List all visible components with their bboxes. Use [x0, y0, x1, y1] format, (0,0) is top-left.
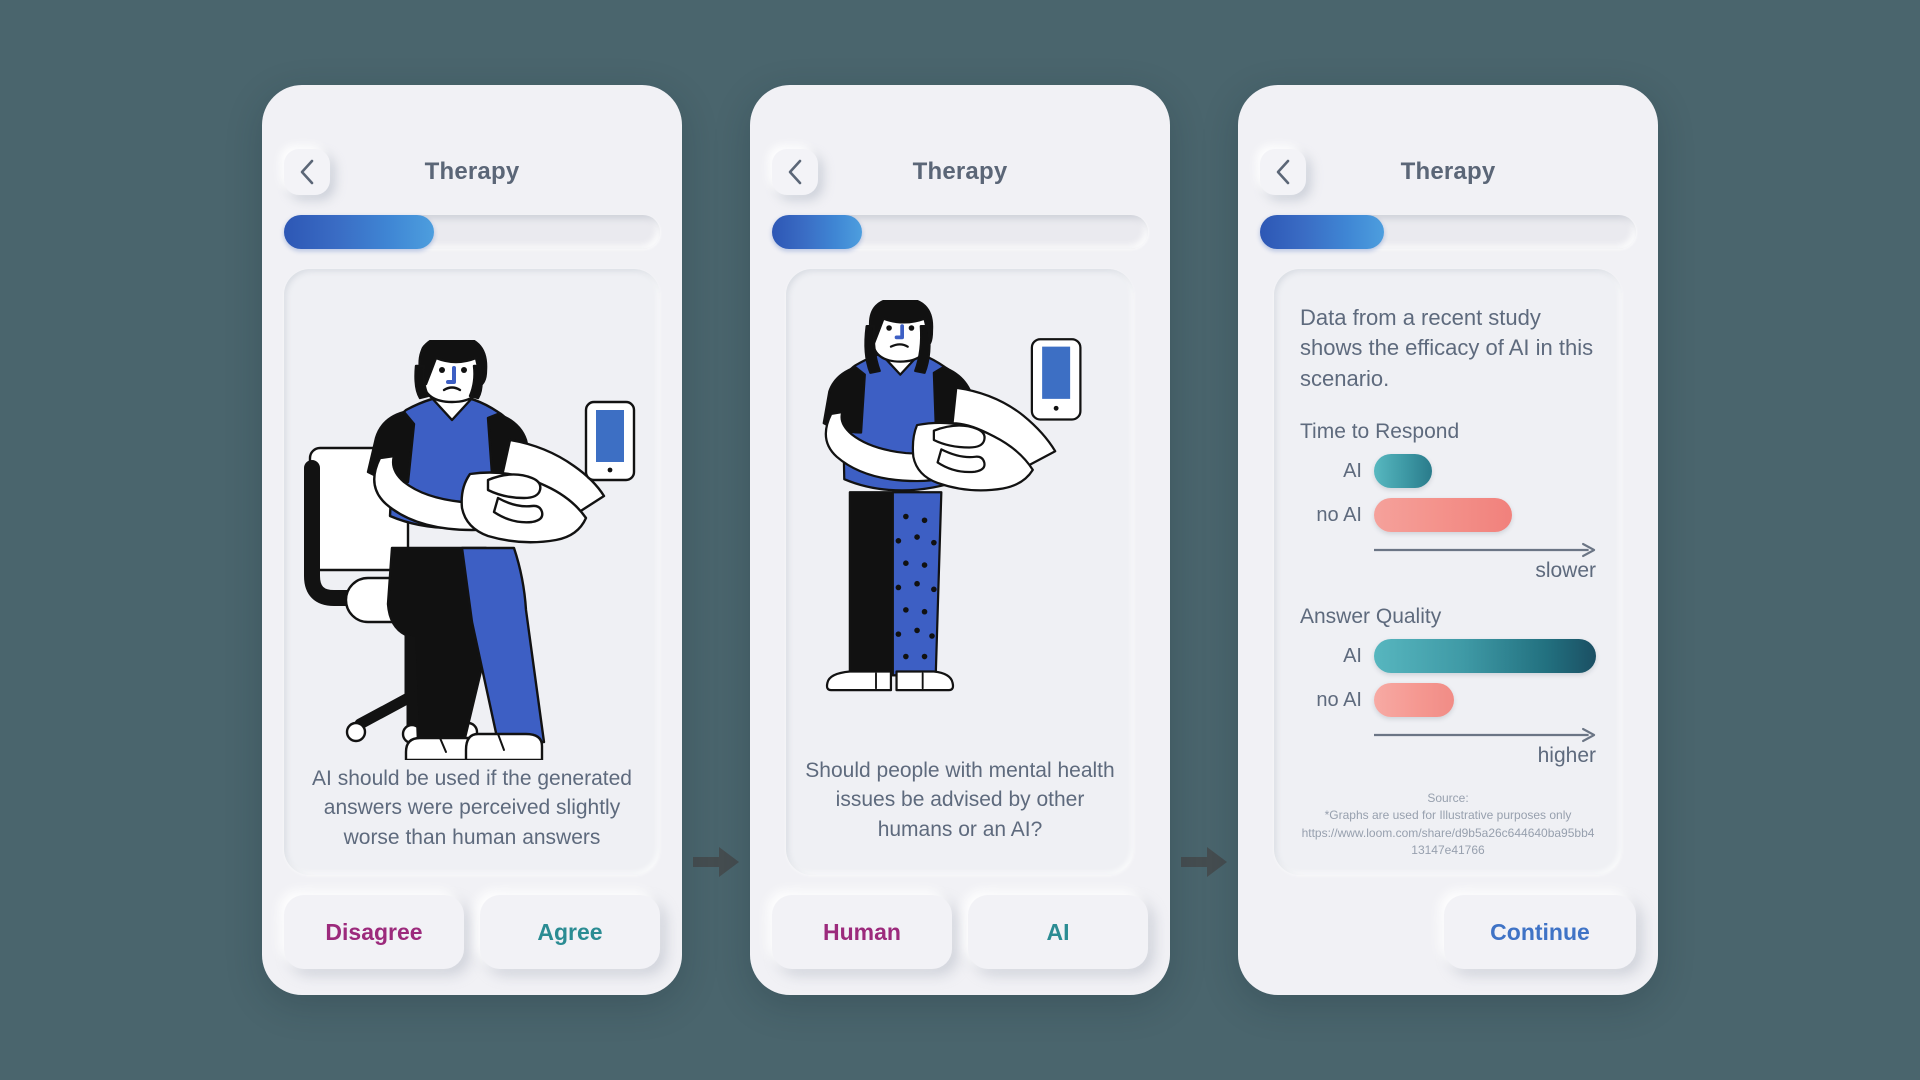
progress-bar[interactable]	[1260, 215, 1636, 249]
screen-actions: Continue	[1260, 875, 1636, 995]
phone-screen-statement: Therapy AI should be used if the generat…	[262, 85, 682, 995]
axis-arrow-icon	[1374, 542, 1596, 558]
phone-header: Therapy	[1260, 141, 1636, 203]
progress-bar[interactable]	[284, 215, 660, 249]
phone-header: Therapy	[772, 141, 1148, 203]
illustration-area	[284, 269, 660, 764]
chevron-left-icon	[1274, 158, 1292, 186]
data-card: Data from a recent study shows the effic…	[1274, 269, 1622, 875]
human-button[interactable]: Human	[772, 895, 952, 969]
back-button[interactable]	[284, 149, 330, 195]
illustration-card: AI should be used if the generated answe…	[284, 269, 660, 875]
bar-track	[1374, 639, 1596, 674]
source-footnote: Source: *Graphs are used for Illustrativ…	[1300, 790, 1596, 874]
continue-button[interactable]: Continue	[1444, 895, 1636, 969]
bar-label: no AI	[1316, 503, 1362, 526]
axis-arrow-icon	[1374, 727, 1596, 743]
bar-row: AI	[1300, 454, 1596, 489]
axis-caption: slower	[1535, 559, 1596, 583]
axis: slower	[1300, 542, 1596, 583]
bar-label: AI	[1343, 644, 1362, 667]
metric-time-to-respond: Time to Respond AI no AI slower	[1300, 420, 1596, 583]
prompt-statement: AI should be used if the generated answe…	[312, 766, 632, 850]
back-button[interactable]	[1260, 149, 1306, 195]
bar-track	[1374, 498, 1596, 533]
chevron-left-icon	[298, 158, 316, 186]
bar-value	[1374, 639, 1596, 674]
bar-value	[1374, 498, 1512, 533]
illustration-area	[786, 269, 1134, 756]
bar-row: AI	[1300, 639, 1596, 674]
screen-actions: Human AI	[772, 875, 1148, 995]
flow-arrow-1	[682, 85, 750, 995]
arrow-right-icon	[1181, 847, 1227, 877]
person-standing-holding-phone-illustration	[822, 300, 1082, 692]
page-title: Therapy	[912, 158, 1008, 185]
ai-button[interactable]: AI	[968, 895, 1148, 969]
progress-fill	[772, 215, 863, 249]
axis-caption: higher	[1537, 744, 1596, 768]
bar-value	[1374, 454, 1432, 489]
source-heading: Source:	[1427, 791, 1469, 806]
progress-fill	[1260, 215, 1385, 249]
source-note: *Graphs are used for Illustrative purpos…	[1324, 808, 1572, 823]
progress-fill	[284, 215, 435, 249]
bar-label: no AI	[1316, 688, 1362, 711]
bar-value	[1374, 683, 1454, 718]
screen-actions: Disagree Agree	[284, 875, 660, 995]
screens-stage: Therapy AI should be used if the generat…	[0, 0, 1920, 1080]
bar-track	[1374, 454, 1596, 489]
person-seated-in-office-chair-holding-phone-illustration	[304, 339, 636, 760]
arrow-right-icon	[693, 847, 739, 877]
agree-button[interactable]: Agree	[480, 895, 660, 969]
illustration-card: Should people with mental health issues …	[786, 269, 1134, 875]
metric-answer-quality: Answer Quality AI no AI higher	[1300, 605, 1596, 768]
metric-title: Answer Quality	[1300, 605, 1442, 629]
bar-row: no AI	[1300, 683, 1596, 718]
phone-screen-question: Therapy Should people with mental health…	[750, 85, 1170, 995]
source-url-link[interactable]: https://www.loom.com/share/d9b5a26c64464…	[1300, 825, 1596, 860]
chevron-left-icon	[786, 158, 804, 186]
bar-row: no AI	[1300, 498, 1596, 533]
prompt-question: Should people with mental health issues …	[805, 758, 1115, 842]
bar-track	[1374, 683, 1596, 718]
progress-bar[interactable]	[772, 215, 1148, 249]
page-title: Therapy	[424, 158, 520, 185]
page-title: Therapy	[1400, 158, 1496, 185]
metric-title: Time to Respond	[1300, 420, 1460, 444]
back-button[interactable]	[772, 149, 818, 195]
phone-header: Therapy	[284, 141, 660, 203]
phone-screen-data: Therapy Data from a recent study shows t…	[1238, 85, 1658, 995]
disagree-button[interactable]: Disagree	[284, 895, 464, 969]
data-panel: Data from a recent study shows the effic…	[1274, 269, 1622, 875]
flow-arrow-2	[1170, 85, 1238, 995]
data-intro-text: Data from a recent study shows the effic…	[1300, 305, 1594, 391]
bar-label: AI	[1343, 459, 1362, 482]
axis: higher	[1300, 727, 1596, 768]
